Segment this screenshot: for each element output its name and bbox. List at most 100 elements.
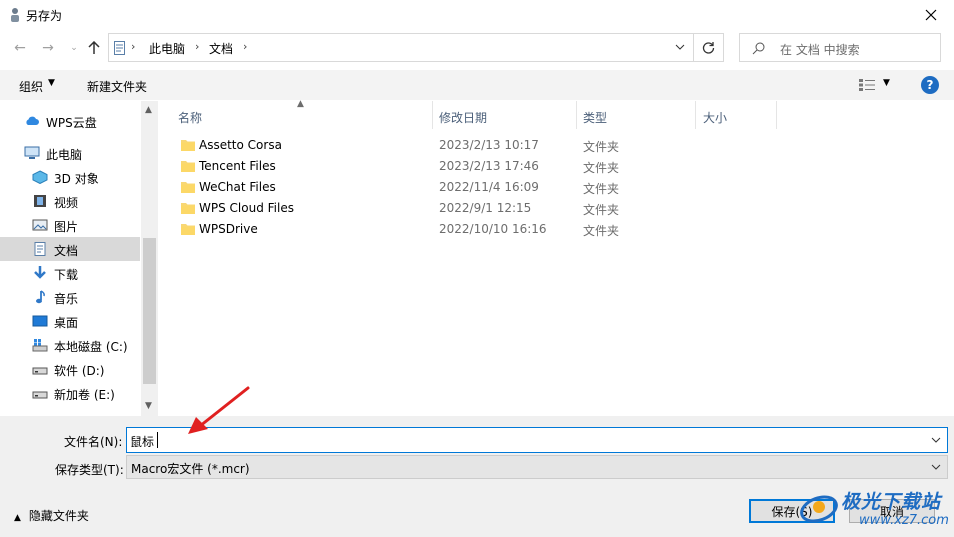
sidebar-item-drive-e[interactable]: 新加卷 (E:) xyxy=(0,381,140,405)
search-placeholder: 在 文档 中搜索 xyxy=(780,43,860,57)
file-date: 2022/10/10 16:16 xyxy=(439,222,547,236)
annotation-arrow-icon xyxy=(188,386,250,434)
cloud-icon xyxy=(26,116,39,125)
sort-ascending-icon: ▲ xyxy=(297,99,304,109)
hide-folders-toggle[interactable]: ▲ 隐藏文件夹 xyxy=(14,507,89,524)
navigation-bar: ← → ⌄ › 此电脑 › 文档 › 在 文档 中搜索 xyxy=(0,30,954,66)
watermark-title: 极光下载站 xyxy=(841,491,942,513)
desktop-icon xyxy=(32,315,48,327)
forward-button[interactable]: → xyxy=(38,38,58,58)
sidebar-item-documents[interactable]: 文档 xyxy=(0,237,140,261)
column-divider[interactable] xyxy=(776,101,777,129)
close-button[interactable] xyxy=(908,0,954,30)
file-row[interactable]: WPS Cloud Files 2022/9/1 12:15 文件夹 xyxy=(170,198,770,219)
file-row[interactable]: WeChat Files 2022/11/4 16:09 文件夹 xyxy=(170,177,770,198)
chevron-down-icon[interactable] xyxy=(931,435,941,445)
sidebar-item-label: WPS云盘 xyxy=(46,116,97,130)
command-bar: 组织 ▼ 新建文件夹 ▼ ? xyxy=(0,70,954,100)
chevron-down-icon[interactable] xyxy=(675,42,685,52)
file-row[interactable]: WPSDrive 2022/10/10 16:16 文件夹 xyxy=(170,219,770,240)
title-bar: 另存为 xyxy=(0,0,954,30)
breadcrumb-separator-icon: › xyxy=(243,40,248,53)
column-divider[interactable] xyxy=(432,101,433,129)
file-row[interactable]: Assetto Corsa 2023/2/13 10:17 文件夹 xyxy=(170,135,770,156)
file-date: 2022/9/1 12:15 xyxy=(439,201,532,215)
text-caret xyxy=(157,432,158,448)
sidebar-item-3d-objects[interactable]: 3D 对象 xyxy=(0,165,140,189)
breadcrumb-this-pc[interactable]: 此电脑 xyxy=(149,40,185,57)
sidebar-item-label: 音乐 xyxy=(54,292,79,306)
file-type: 文件夹 xyxy=(583,224,620,238)
folder-icon xyxy=(181,140,195,151)
file-name: Tencent Files xyxy=(199,159,276,173)
file-date: 2023/2/13 10:17 xyxy=(439,138,539,152)
navigation-scrollbar[interactable]: ▲ ▼ xyxy=(141,101,158,416)
file-date: 2022/11/4 16:09 xyxy=(439,180,539,194)
computer-icon xyxy=(24,146,40,159)
sidebar-item-label: 图片 xyxy=(54,220,79,234)
sidebar-item-label: 3D 对象 xyxy=(54,172,99,186)
file-name: WeChat Files xyxy=(199,180,276,194)
sidebar-item-downloads[interactable]: 下载 xyxy=(0,261,140,285)
scroll-up-icon[interactable]: ▲ xyxy=(145,105,152,115)
chevron-down-icon xyxy=(931,464,941,470)
breadcrumb-documents[interactable]: 文档 xyxy=(209,40,233,57)
search-box[interactable]: 在 文档 中搜索 xyxy=(739,33,941,62)
system-drive-icon xyxy=(32,339,48,352)
sidebar-item-label: 视频 xyxy=(54,196,79,210)
file-type: 文件夹 xyxy=(583,161,620,175)
breadcrumb-separator-icon: › xyxy=(195,40,200,53)
sidebar-item-label: 文档 xyxy=(54,244,79,258)
sidebar-item-desktop[interactable]: 桌面 xyxy=(0,309,140,333)
watermark-url: www.xz7.com xyxy=(859,513,949,528)
caret-down-icon[interactable]: ▼ xyxy=(883,78,890,88)
sidebar-item-music[interactable]: 音乐 xyxy=(0,285,140,309)
app-icon xyxy=(11,8,19,22)
sidebar-item-pictures[interactable]: 图片 xyxy=(0,213,140,237)
column-divider[interactable] xyxy=(576,101,577,129)
help-icon: ? xyxy=(926,78,934,92)
file-name: Assetto Corsa xyxy=(199,138,282,152)
filetype-label: 保存类型(T): xyxy=(55,463,124,477)
refresh-button[interactable] xyxy=(694,33,724,62)
organize-button[interactable]: 组织 xyxy=(19,78,43,95)
column-header-size[interactable]: 大小 xyxy=(703,109,727,126)
help-button[interactable]: ? xyxy=(921,76,939,94)
address-bar[interactable]: › 此电脑 › 文档 › xyxy=(108,33,694,62)
forward-arrow-icon: → xyxy=(42,40,54,56)
scroll-down-icon[interactable]: ▼ xyxy=(145,401,152,411)
column-header-name[interactable]: 名称 xyxy=(178,109,202,126)
column-divider[interactable] xyxy=(695,101,696,129)
filetype-select[interactable]: Macro宏文件 (*.mcr) xyxy=(126,455,948,479)
up-arrow-icon xyxy=(88,41,100,54)
3d-objects-icon xyxy=(32,170,48,184)
filename-label: 文件名(N): xyxy=(64,435,123,449)
folder-icon xyxy=(181,224,195,235)
file-row[interactable]: Tencent Files 2023/2/13 17:46 文件夹 xyxy=(170,156,770,177)
file-name: WPSDrive xyxy=(199,222,258,236)
folder-icon xyxy=(181,203,195,214)
window-title: 另存为 xyxy=(26,9,63,23)
chevron-down-icon: ⌄ xyxy=(70,43,78,53)
sidebar-item-wps-cloud[interactable]: WPS云盘 xyxy=(0,109,140,133)
document-location-icon xyxy=(114,41,125,55)
sidebar-item-drive-c[interactable]: 本地磁盘 (C:) xyxy=(0,333,140,357)
back-arrow-icon: ← xyxy=(14,40,26,56)
recent-locations-button[interactable]: ⌄ xyxy=(64,38,84,58)
search-icon xyxy=(752,42,765,55)
sidebar-item-videos[interactable]: 视频 xyxy=(0,189,140,213)
back-button[interactable]: ← xyxy=(10,38,30,58)
new-folder-button[interactable]: 新建文件夹 xyxy=(87,78,147,95)
filename-value: 鼠标 xyxy=(130,435,155,449)
up-button[interactable] xyxy=(84,38,104,58)
sidebar-item-this-pc[interactable]: 此电脑 xyxy=(0,141,140,165)
sidebar-item-label: 本地磁盘 (C:) xyxy=(54,340,128,354)
scrollbar-thumb[interactable] xyxy=(143,238,156,384)
folder-icon xyxy=(181,182,195,193)
filetype-value: Macro宏文件 (*.mcr) xyxy=(131,462,250,476)
column-header-date[interactable]: 修改日期 xyxy=(439,109,487,126)
view-options-icon[interactable] xyxy=(858,78,876,92)
column-header-type[interactable]: 类型 xyxy=(583,109,607,126)
sidebar-item-drive-d[interactable]: 软件 (D:) xyxy=(0,357,140,381)
download-icon xyxy=(34,266,46,279)
